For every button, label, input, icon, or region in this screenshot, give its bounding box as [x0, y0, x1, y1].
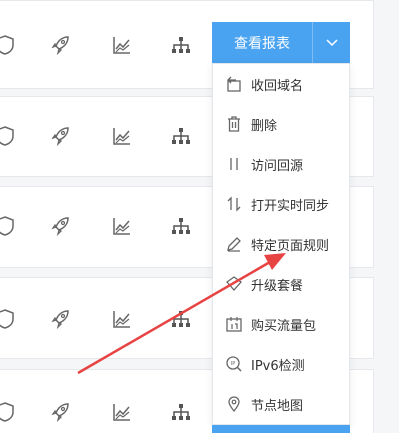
- annotation-arrow: [77, 253, 286, 375]
